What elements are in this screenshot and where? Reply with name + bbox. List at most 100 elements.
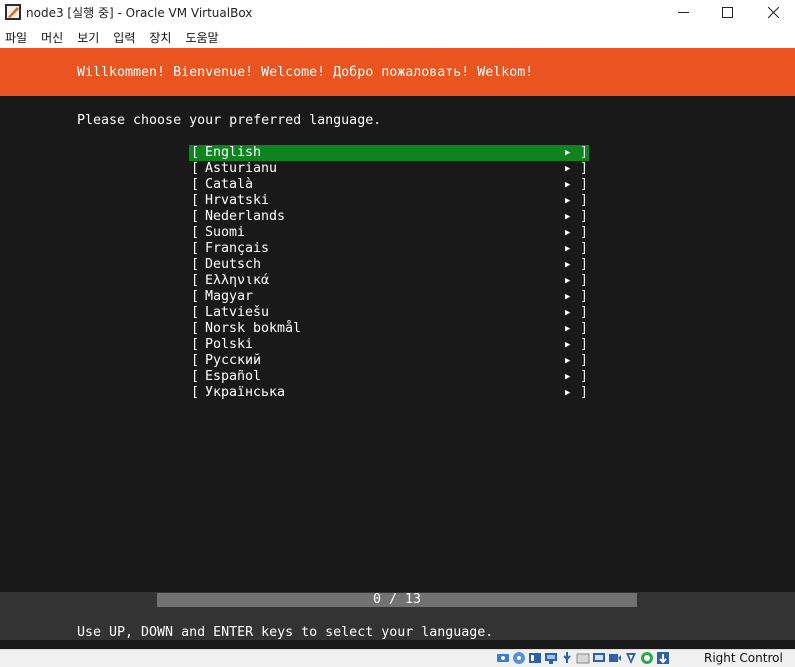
bracket-close: ]	[580, 369, 589, 384]
shared-folder-icon[interactable]	[576, 651, 590, 665]
language-option[interactable]: [Nederlands ▶]	[189, 209, 589, 225]
language-label: Français	[205, 241, 270, 256]
language-option[interactable]: [ Deutsch ▶]	[189, 257, 589, 273]
arrow-right-icon: ▶	[565, 164, 571, 174]
language-label: Українська	[205, 385, 286, 400]
language-prompt: Please choose your preferred language.	[77, 113, 382, 128]
cpu-icon[interactable]	[640, 651, 654, 665]
arrow-right-icon: ▶	[565, 260, 571, 270]
arrow-right-icon: ▶	[565, 308, 571, 318]
mouse-integration-icon[interactable]	[656, 651, 670, 665]
minimize-icon	[677, 11, 689, 13]
bracket-close: ]	[580, 257, 589, 272]
language-option[interactable]: [ Suomi ▶]	[189, 225, 589, 241]
arrow-right-icon: ▶	[565, 148, 571, 158]
hard-disk-icon[interactable]	[496, 651, 510, 665]
language-option[interactable]: [ Latviešu ▶]	[189, 305, 589, 321]
close-icon	[767, 6, 779, 18]
language-option[interactable]: [ Magyar ▶]	[189, 289, 589, 305]
language-option[interactable]: [Polski ▶]	[189, 337, 589, 353]
menu-file[interactable]: 파일	[5, 27, 27, 47]
audio-icon[interactable]	[528, 651, 542, 665]
language-list: [English ▶] [Asturianu ▶] [Català ▶] [Hrvatski…	[189, 145, 589, 401]
bracket-open: [	[191, 241, 200, 256]
language-label: Polski	[205, 337, 254, 352]
bracket-close: ]	[580, 305, 589, 320]
display-icon[interactable]	[592, 651, 606, 665]
menu-machine[interactable]: 머신	[41, 27, 63, 47]
arrow-right-icon: ▶	[565, 324, 571, 334]
arrow-right-icon: ▶	[565, 196, 571, 206]
language-label: Norsk bokmål	[205, 321, 302, 336]
language-label: Deutsch	[205, 257, 262, 272]
bracket-open: [	[191, 225, 200, 240]
bracket-close: ]	[580, 177, 589, 192]
arrow-right-icon: ▶	[565, 356, 571, 366]
language-label: Hrvatski	[205, 193, 270, 208]
language-option[interactable]: [ Українська ▶]	[189, 385, 589, 401]
minimize-button[interactable]	[660, 0, 706, 24]
language-option[interactable]: [ Hrvatski ▶]	[189, 193, 589, 209]
bracket-close: ]	[580, 225, 589, 240]
language-option[interactable]: [Français ▶]	[189, 241, 589, 257]
installer-header: Willkommen! Bienvenue! Welcome! Добро по…	[0, 48, 795, 96]
language-option[interactable]: [ Norsk bokmål ▶]	[189, 321, 589, 337]
progress-text: 0 / 13	[372, 592, 422, 607]
language-option[interactable]: [Ελληνικά ▶]	[189, 273, 589, 289]
language-label: Español	[205, 369, 262, 384]
menu-bar: 파일 머신 보기 입력 장치 도움말	[0, 27, 795, 47]
bracket-open: [	[191, 305, 200, 320]
bracket-close: ]	[580, 193, 589, 208]
bracket-close: ]	[580, 161, 589, 176]
welcome-text: Willkommen! Bienvenue! Welcome! Добро по…	[77, 65, 534, 80]
menu-help[interactable]: 도움말	[185, 27, 218, 47]
bracket-open: [	[191, 161, 200, 176]
arrow-right-icon: ▶	[565, 372, 571, 382]
language-label: Magyar	[205, 289, 254, 304]
bracket-close: ]	[580, 241, 589, 256]
language-label: Ελληνικά	[205, 273, 270, 288]
language-label: Suomi	[205, 225, 246, 240]
help-text: Use UP, DOWN and ENTER keys to select yo…	[77, 625, 494, 640]
network-icon[interactable]	[544, 651, 558, 665]
arrow-right-icon: ▶	[565, 340, 571, 350]
recording-icon[interactable]	[608, 651, 622, 665]
vm-display[interactable]: Willkommen! Bienvenue! Welcome! Добро по…	[0, 48, 795, 649]
language-label: Latviešu	[205, 305, 270, 320]
bracket-close: ]	[580, 321, 589, 336]
arrow-right-icon: ▶	[565, 388, 571, 398]
language-option[interactable]: [English ▶]	[189, 145, 589, 161]
language-label: Русский	[205, 353, 262, 368]
arrow-right-icon: ▶	[565, 212, 571, 222]
bracket-close: ]	[580, 385, 589, 400]
menu-input[interactable]: 입력	[113, 27, 135, 47]
usb-icon[interactable]	[560, 651, 574, 665]
arrow-right-icon: ▶	[565, 228, 571, 238]
bracket-open: [	[191, 321, 200, 336]
bracket-open: [	[191, 209, 200, 224]
bracket-open: [	[191, 385, 200, 400]
language-option[interactable]: [Català ▶]	[189, 177, 589, 193]
optical-disk-icon[interactable]	[512, 651, 526, 665]
bracket-close: ]	[580, 353, 589, 368]
bracket-close: ]	[580, 209, 589, 224]
virtualbox-app-icon	[5, 4, 21, 20]
window-title: node3 [실행 중] - Oracle VM VirtualBox	[26, 6, 253, 20]
bracket-open: [	[191, 257, 200, 272]
language-label: Asturianu	[205, 161, 278, 176]
virtualization-icon[interactable]	[624, 651, 638, 665]
bracket-open: [	[191, 273, 200, 288]
device-icons	[496, 651, 672, 665]
language-option[interactable]: [ Asturianu ▶]	[189, 161, 589, 177]
bracket-open: [	[191, 289, 200, 304]
language-option[interactable]: [Русский ▶]	[189, 353, 589, 369]
language-option[interactable]: [Español ▶]	[189, 369, 589, 385]
title-bar: node3 [실행 중] - Oracle VM VirtualBox	[0, 0, 795, 24]
menu-view[interactable]: 보기	[77, 27, 99, 47]
bracket-close: ]	[580, 289, 589, 304]
bracket-open: [	[191, 193, 200, 208]
arrow-right-icon: ▶	[565, 292, 571, 302]
menu-devices[interactable]: 장치	[149, 27, 171, 47]
maximize-button[interactable]	[704, 0, 750, 24]
close-button[interactable]	[750, 0, 795, 24]
